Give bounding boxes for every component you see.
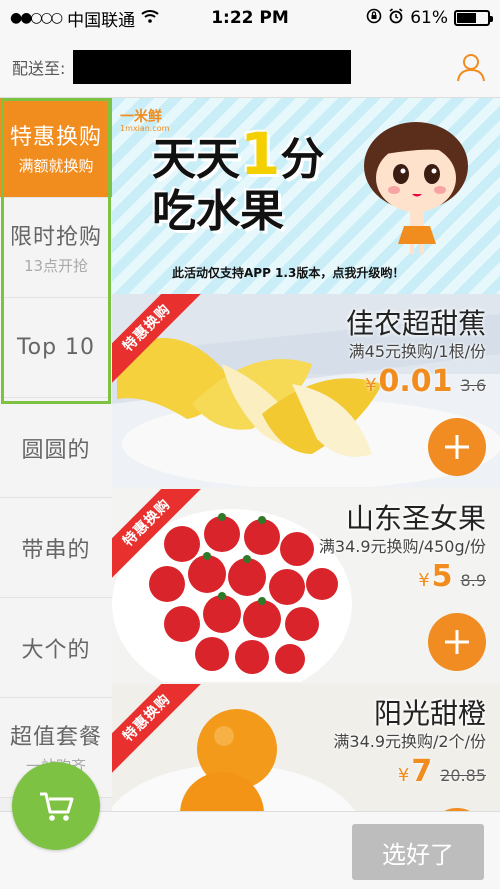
category-title: 大个的 [21, 637, 91, 663]
header: 配送至: [0, 36, 500, 98]
cartoon-girl-illustration [364, 122, 468, 254]
category-item-top10[interactable]: Top 10 [0, 298, 112, 398]
add-to-cart-button[interactable] [428, 613, 486, 671]
category-title: 限时抢购 [9, 225, 102, 250]
user-profile-button[interactable] [454, 50, 488, 84]
category-title: 超值套餐 [9, 725, 102, 750]
rotation-lock-icon [366, 8, 382, 29]
product-desc: 满34.9元换购/2个/份 [333, 732, 486, 751]
product-price: ¥ 5 8.9 [418, 559, 486, 594]
product-desc: 满45元换购/1根/份 [348, 342, 486, 361]
product-price: ¥ 0.01 3.6 [365, 364, 486, 399]
banner-headline: 天天1分 吃水果 [152, 125, 325, 238]
currency-symbol: ¥ [365, 375, 377, 396]
original-price: 3.6 [460, 376, 486, 395]
status-right: 61% [366, 7, 493, 29]
signal-icon: ●●○○○ [10, 10, 63, 26]
category-item-special-offer[interactable]: 特惠换购 满额就换购 [0, 98, 112, 198]
category-subtitle: 满额就换购 [18, 157, 94, 175]
headline-number: 1 [240, 120, 281, 188]
current-price: 0.01 [378, 364, 453, 399]
current-price: 7 [411, 754, 433, 789]
brand-logo: 一米鲜 [120, 109, 162, 125]
user-icon [457, 53, 485, 81]
product-desc: 满34.9元换购/450g/份 [318, 537, 486, 556]
plus-icon [445, 435, 469, 459]
category-item-round[interactable]: 圆圆的 [0, 398, 112, 498]
cart-button[interactable] [12, 762, 100, 850]
shopping-cart-icon [40, 792, 74, 821]
original-price: 8.9 [460, 571, 486, 590]
currency-symbol: ¥ [418, 570, 430, 591]
plus-icon [445, 630, 469, 654]
category-item-bunch[interactable]: 带串的 [0, 498, 112, 598]
status-left: ●●○○○ 中国联通 [10, 6, 159, 31]
status-bar: ●●○○○ 中国联通 1:22 PM 61% [0, 0, 500, 36]
battery-percent: 61% [410, 8, 448, 28]
product-name: 山东圣女果 [345, 502, 486, 535]
add-to-cart-button[interactable] [428, 418, 486, 476]
address-field-redacted[interactable] [73, 49, 352, 84]
product-name: 阳光甜橙 [373, 697, 486, 730]
current-price: 5 [431, 559, 453, 594]
category-title: 带串的 [21, 537, 91, 563]
product-list: 一米鲜 1mxian.com 天天1分 吃水果 此活动仅支持APP 1.3版本，… [112, 98, 500, 889]
product-card[interactable]: 特惠换购 佳农超甜蕉 满45元换购/1根/份 ¥ 0.01 3.6 [112, 294, 500, 489]
category-title: Top 10 [16, 335, 96, 360]
headline-part: 分 [280, 134, 325, 185]
currency-symbol: ¥ [397, 765, 410, 786]
app-root: ●●○○○ 中国联通 1:22 PM 61% 配送至: 特惠换购 满额就换购 限… [0, 0, 500, 889]
headline-part: 天天 [152, 134, 240, 185]
category-item-large[interactable]: 大个的 [0, 598, 112, 698]
carrier-label: 中国联通 [67, 10, 136, 31]
done-button[interactable]: 选好了 [352, 824, 484, 880]
headline-line2: 吃水果 [152, 186, 284, 237]
deliver-to-label: 配送至: [12, 58, 66, 78]
battery-icon [454, 10, 493, 26]
product-price: ¥ 7 20.85 [398, 754, 486, 789]
product-card[interactable]: 特惠换购 山东圣女果 满34.9元换购/450g/份 ¥ 5 8.9 [112, 489, 500, 684]
alarm-icon [388, 7, 404, 29]
category-item-flash-sale[interactable]: 限时抢购 13点开抢 [0, 198, 112, 298]
original-price: 20.85 [440, 766, 486, 785]
category-title: 圆圆的 [21, 437, 91, 463]
product-name: 佳农超甜蕉 [345, 307, 486, 340]
wifi-icon [141, 8, 159, 28]
promo-banner[interactable]: 一米鲜 1mxian.com 天天1分 吃水果 此活动仅支持APP 1.3版本，… [112, 98, 500, 294]
category-title: 特惠换购 [9, 125, 102, 150]
banner-note: 此活动仅支持APP 1.3版本，点我升级哟！ [172, 266, 405, 280]
category-subtitle: 13点开抢 [23, 257, 89, 275]
